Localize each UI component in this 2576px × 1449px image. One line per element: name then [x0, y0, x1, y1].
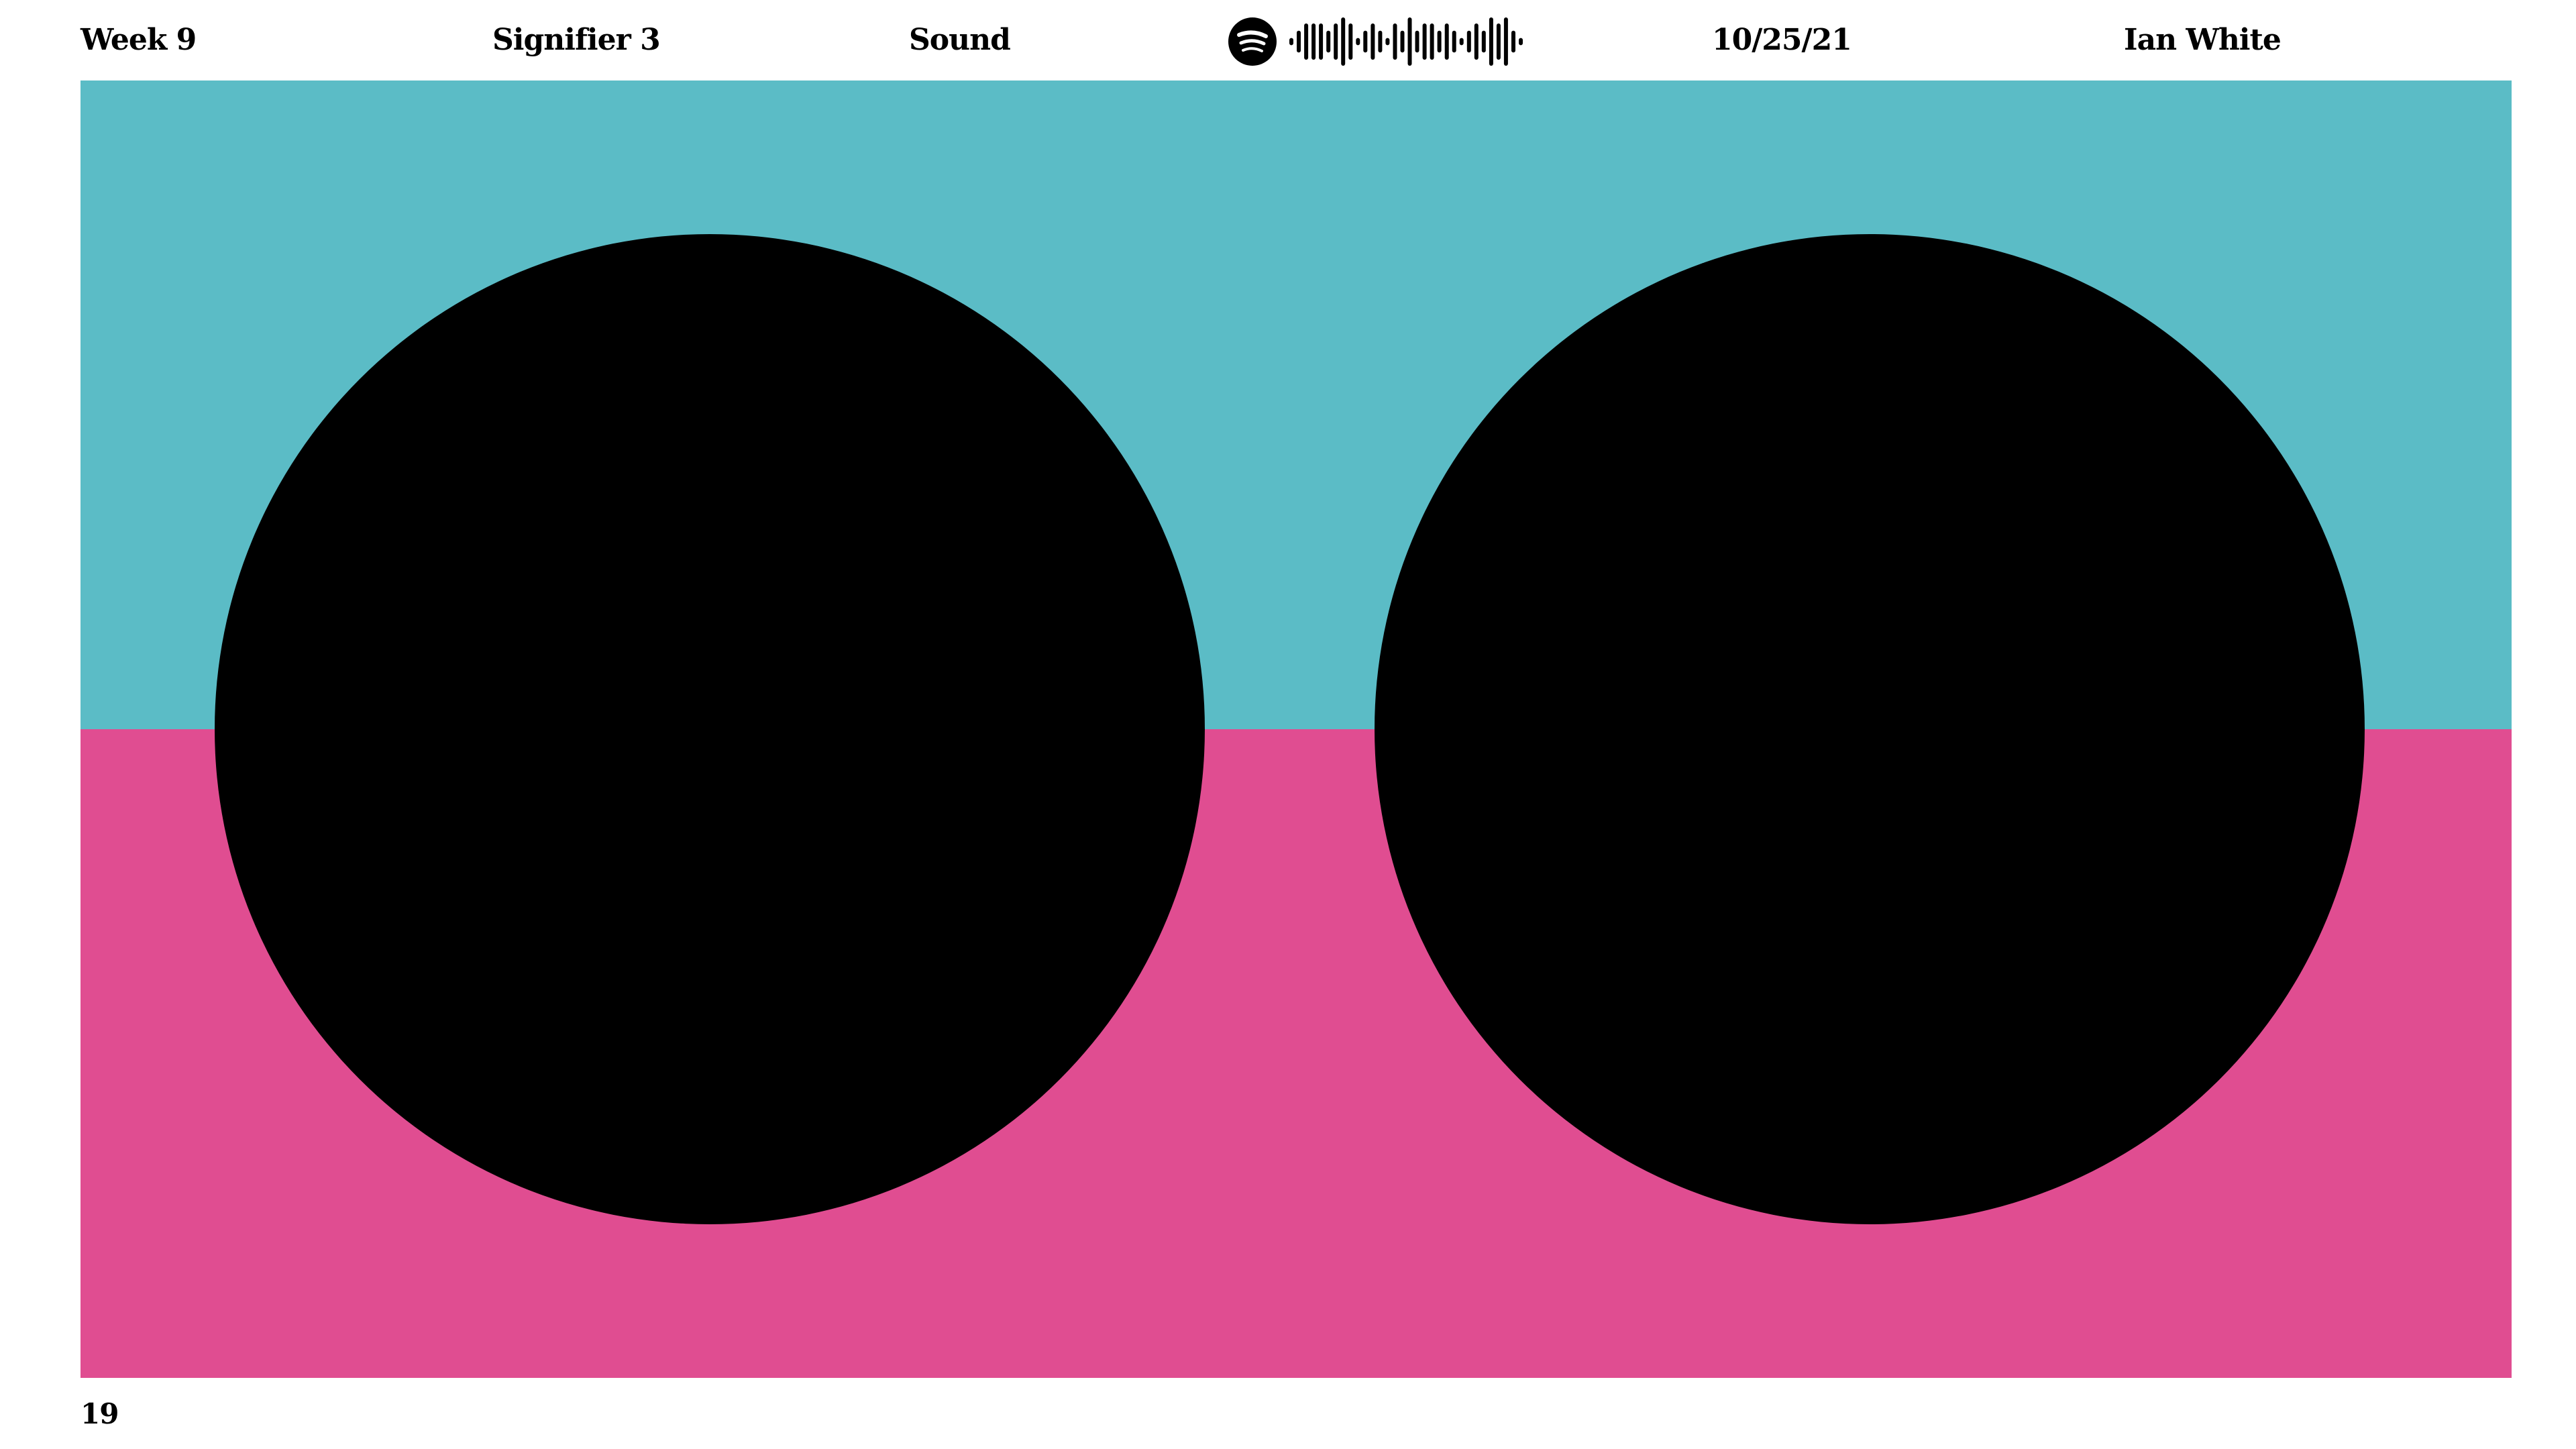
artwork-canvas [80, 80, 2512, 1378]
spotify-code-bar [1319, 23, 1324, 60]
spotify-code-bar [1430, 23, 1434, 60]
spotify-code-bar [1519, 38, 1523, 46]
date-label: 10/25/21 [1712, 23, 1852, 57]
spotify-code-bar [1437, 30, 1442, 53]
spotify-code-bar [1326, 30, 1331, 53]
spotify-code-bar [1407, 17, 1412, 66]
spotify-code-bar [1459, 38, 1464, 46]
page-number: 19 [80, 1397, 119, 1430]
spotify-code-bar [1444, 23, 1449, 60]
spotify-code-bar [1311, 23, 1316, 60]
right-black-circle [1375, 234, 2365, 1224]
spotify-code-bar [1289, 38, 1293, 46]
spotify-code-bar [1363, 30, 1368, 53]
spotify-code-bar [1341, 17, 1346, 66]
spotify-code-bar [1348, 23, 1353, 60]
left-black-circle [215, 234, 1205, 1224]
spotify-code-bar [1304, 23, 1309, 60]
spotify-code[interactable] [1228, 15, 1525, 68]
signifier-label: Signifier 3 [492, 23, 661, 57]
spotify-code-bar [1400, 30, 1405, 53]
spotify-code-bar [1503, 17, 1508, 66]
spotify-code-bar [1422, 23, 1427, 60]
topic-label: Sound [909, 23, 1011, 57]
spotify-code-bar [1489, 17, 1493, 66]
spotify-code-bar [1356, 38, 1360, 46]
spotify-code-bar [1297, 30, 1301, 53]
spotify-code-bar [1511, 30, 1515, 53]
spotify-icon [1228, 17, 1277, 66]
spotify-code-bar [1393, 23, 1397, 60]
spotify-code-bar [1334, 23, 1338, 60]
spotify-code-bars-icon [1289, 17, 1523, 66]
spotify-code-bar [1481, 30, 1486, 53]
author-label: Ian White [2124, 23, 2282, 57]
spotify-code-bar [1466, 30, 1471, 53]
spotify-code-bar [1385, 38, 1390, 46]
spotify-code-bar [1496, 23, 1501, 60]
week-label: Week 9 [80, 23, 197, 57]
spotify-code-bar [1452, 30, 1456, 53]
spotify-code-bar [1378, 30, 1383, 53]
spotify-code-bar [1474, 23, 1479, 60]
spotify-code-bar [1371, 23, 1375, 60]
spotify-code-bar [1415, 30, 1419, 53]
